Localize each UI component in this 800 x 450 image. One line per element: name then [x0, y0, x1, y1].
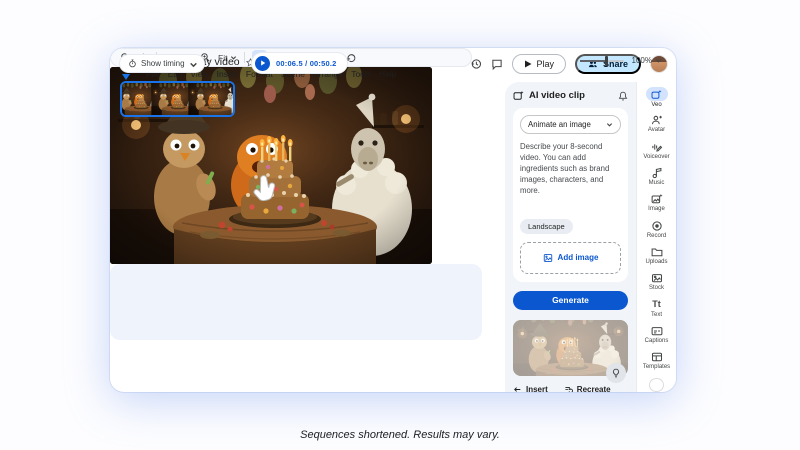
rail-item-templates[interactable]: Templates: [638, 348, 676, 373]
timeline-play-button[interactable]: [255, 56, 270, 71]
rail-item-stock[interactable]: Stock: [638, 269, 676, 294]
zoom-level-value: 100%: [632, 56, 652, 65]
play-button[interactable]: Play: [512, 54, 566, 74]
avatar-add-icon: [651, 114, 663, 126]
menu-insert[interactable]: Insert: [217, 69, 238, 79]
comment-history-icon[interactable]: [491, 58, 503, 70]
mode-select-value: Animate an image: [528, 120, 591, 129]
prompt-card: Animate an image Describe your 8-second …: [513, 108, 628, 282]
aspect-ratio-chip[interactable]: Landscape: [520, 219, 573, 234]
recreate-icon: [564, 385, 573, 392]
rail-item-veo[interactable]: Veo: [638, 85, 676, 110]
rail-label: Captions: [645, 338, 669, 344]
rail-item-record[interactable]: Record: [638, 217, 676, 242]
playback-time: 00:06.5 / 00:50.2: [276, 59, 337, 68]
rail-label: Voiceover: [643, 154, 669, 160]
rail-item-voiceover[interactable]: Voiceover: [638, 138, 676, 163]
record-icon: [651, 220, 663, 232]
disclaimer-caption: Sequences shortened. Results may vary.: [0, 429, 800, 441]
playback-control: 00:06.5 / 00:50.2: [252, 53, 347, 73]
music-note-icon: [651, 167, 663, 179]
arrow-left-icon: [513, 385, 522, 392]
rail-item-image[interactable]: Image: [638, 190, 676, 215]
add-image-button[interactable]: Add image: [520, 242, 621, 274]
notification-bell-icon[interactable]: [618, 91, 628, 101]
rail-label: Text: [651, 312, 662, 318]
templates-icon: [651, 351, 663, 363]
version-history-icon[interactable]: [470, 58, 482, 70]
rail-item-music[interactable]: Music: [638, 164, 676, 189]
insert-rail: Veo Avatar Voiceover Music: [636, 82, 676, 392]
zoom-slider-fill: [580, 60, 606, 62]
menu-tools[interactable]: Tools: [351, 69, 371, 79]
recreate-button[interactable]: Recreate: [564, 385, 611, 392]
zoom-slider[interactable]: [580, 60, 624, 62]
rail-item-avatar[interactable]: Avatar: [638, 111, 676, 136]
rail-label: Music: [649, 180, 665, 186]
rail-label: Stock: [649, 285, 664, 291]
timeline-zoom-control: 100%: [580, 56, 662, 65]
rail-label: Templates: [643, 364, 670, 370]
menu-help[interactable]: Help: [379, 69, 396, 79]
image-add-icon: [543, 253, 553, 263]
insert-button[interactable]: Insert: [513, 385, 548, 392]
ai-video-clip-icon: [513, 90, 524, 101]
rail-label: Uploads: [645, 259, 667, 265]
chevron-down-icon: [655, 57, 662, 64]
veo-icon: [646, 87, 668, 101]
zoom-level-control[interactable]: 100%: [632, 56, 662, 65]
prompt-placeholder-text[interactable]: Describe your 8-second video. You can ad…: [520, 142, 621, 197]
ai-video-clip-panel: AI video clip Animate an image Describe …: [505, 82, 636, 392]
assistant-button[interactable]: [606, 363, 626, 383]
show-timing-button[interactable]: Show timing: [120, 55, 204, 72]
mode-select-dropdown[interactable]: Animate an image: [520, 115, 621, 134]
page-background: Joe's Birthday video File Edit View Inse…: [0, 0, 800, 450]
captions-icon: [651, 325, 663, 337]
insert-label: Insert: [526, 385, 548, 392]
chevron-down-icon: [606, 121, 613, 128]
panel-title: AI video clip: [529, 90, 613, 101]
text-icon: Tt: [651, 299, 663, 311]
add-image-label: Add image: [558, 253, 599, 262]
recreate-label: Recreate: [577, 385, 611, 392]
generate-button[interactable]: Generate: [513, 291, 628, 310]
timeline-panel: Show timing 00:06.5 / 00:50.2 100%: [110, 264, 482, 340]
playhead-marker[interactable]: [122, 74, 130, 80]
rail-item-uploads[interactable]: Uploads: [638, 243, 676, 268]
rail-label: Avatar: [648, 127, 665, 133]
voiceover-icon: [651, 141, 663, 153]
stopwatch-icon: [128, 59, 137, 68]
rail-label: Veo: [651, 102, 661, 108]
image-sparkle-icon: [651, 193, 663, 205]
rail-item-captions[interactable]: Captions: [638, 322, 676, 347]
chevron-down-icon: [189, 60, 196, 67]
rail-item-text[interactable]: Tt Text: [638, 296, 676, 321]
timeline-clip-selected[interactable]: [120, 81, 235, 117]
stock-media-icon: [651, 272, 663, 284]
rail-label: Image: [648, 206, 665, 212]
app-window: Joe's Birthday video File Edit View Inse…: [110, 48, 676, 392]
folder-icon: [651, 246, 663, 258]
help-button[interactable]: [649, 378, 664, 392]
transition-icon[interactable]: [346, 52, 357, 63]
zoom-slider-handle[interactable]: [605, 56, 608, 66]
lightbulb-icon: [611, 368, 621, 378]
play-button-label: Play: [536, 59, 554, 69]
rail-label: Record: [647, 233, 666, 239]
show-timing-label: Show timing: [141, 59, 185, 68]
